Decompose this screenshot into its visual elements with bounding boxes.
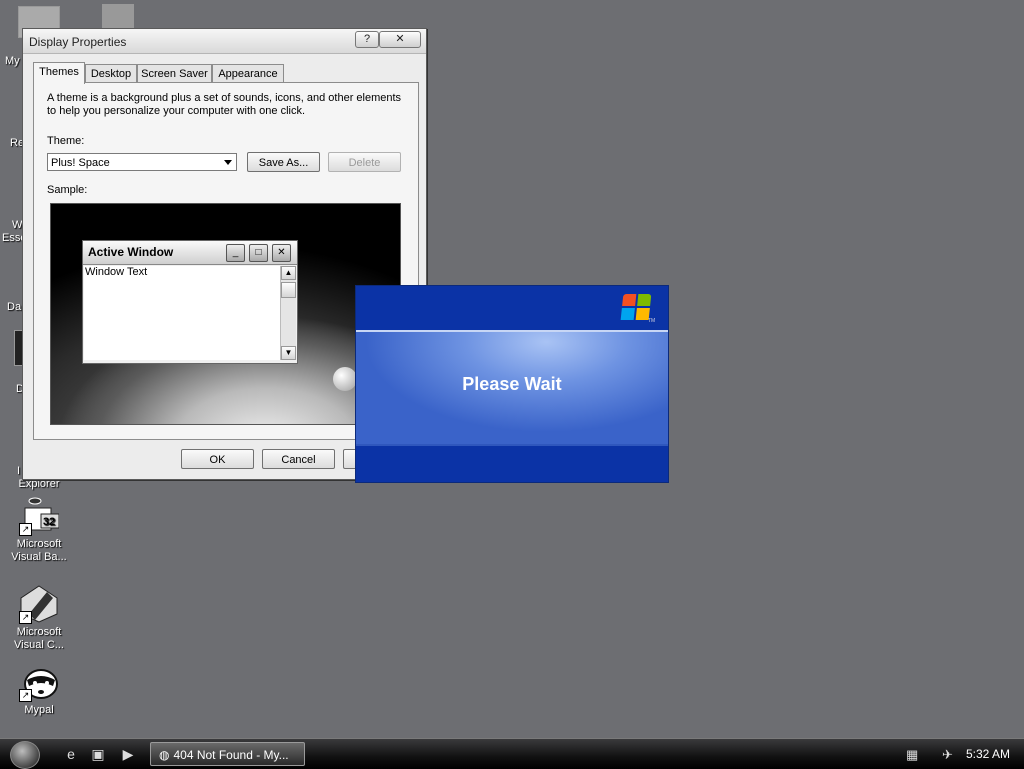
close-button[interactable]: ✕ [379, 31, 421, 48]
internet-explorer-icon[interactable]: e [63, 746, 79, 762]
save-as-button[interactable]: Save As... [247, 152, 320, 172]
dialog-title: Display Properties [29, 35, 127, 49]
window-switcher-icon[interactable]: ▣ [90, 746, 106, 762]
please-wait-message: Please Wait [462, 374, 562, 394]
media-player-icon[interactable]: ▶ [120, 746, 136, 762]
badge-32: 32 [43, 516, 55, 528]
cancel-button[interactable]: Cancel [262, 449, 335, 469]
desktop-label-my[interactable]: My [5, 55, 20, 67]
moon-image [333, 367, 357, 391]
taskbar: e ▣ ▶ ◍ 404 Not Found - My... ▦ ✈ 5:32 AM [0, 738, 1024, 769]
start-button[interactable] [10, 741, 40, 769]
tools-icon[interactable] [102, 4, 134, 30]
preview-scrollbar: ▲ ▼ [280, 266, 296, 360]
desktop-icon-label: Microsoft Visual C... [14, 626, 64, 651]
tab-appearance[interactable]: Appearance [212, 64, 284, 83]
taskbar-item-browser[interactable]: ◍ 404 Not Found - My... [150, 742, 305, 766]
ok-button[interactable]: OK [181, 449, 254, 469]
sample-label: Sample: [47, 184, 88, 196]
taskbar-clock[interactable]: 5:32 AM [966, 747, 1010, 761]
browser-task-icon: ◍ [159, 748, 170, 762]
desktop-label-da[interactable]: Da [7, 301, 21, 313]
theme-label: Theme: [47, 135, 85, 147]
tab-themes[interactable]: Themes [33, 62, 85, 84]
shortcut-arrow-icon: ↗ [19, 611, 32, 624]
scroll-thumb [281, 282, 296, 298]
trademark-mark: TM [648, 318, 656, 324]
theme-sample-preview: Active Window _ □ ✕ Window Text ▲ ▼ [50, 203, 401, 425]
desktop-icon-mypal[interactable]: ↗ Mypal [3, 662, 75, 717]
desktop-icon-label: Microsoft Visual Ba... [11, 538, 67, 563]
maximize-icon: □ [249, 244, 268, 262]
windows-logo-icon [620, 294, 652, 320]
shortcut-arrow-icon: ↗ [19, 523, 32, 536]
theme-select[interactable]: Plus! Space [47, 153, 237, 171]
preview-window-text: Window Text [84, 266, 280, 360]
shortcut-arrow-icon: ↗ [19, 689, 32, 702]
desktop-label-w[interactable]: W [12, 219, 22, 231]
taskbar-item-label: 404 Not Found - My... [173, 748, 289, 762]
preview-active-window: Active Window _ □ ✕ Window Text ▲ ▼ [82, 240, 298, 364]
desktop-label-i[interactable]: I [17, 465, 20, 477]
keyboard-tray-icon[interactable]: ▦ [906, 747, 918, 763]
dialog-titlebar[interactable]: Display Properties ? ✕ [23, 29, 426, 54]
close-icon: ✕ [272, 244, 291, 262]
desktop-icon-label: Mypal [24, 704, 54, 716]
tab-desktop[interactable]: Desktop [85, 64, 137, 83]
scroll-up-icon: ▲ [281, 266, 296, 280]
raccoon-icon: ↗ [19, 662, 59, 702]
tab-screen-saver[interactable]: Screen Saver [137, 64, 212, 83]
theme-select-value: Plus! Space [51, 157, 110, 169]
please-wait-dialog: TM Please Wait [355, 285, 669, 483]
help-button[interactable]: ? [355, 31, 379, 48]
network-tray-icon[interactable]: ✈ [942, 747, 953, 763]
scroll-down-icon: ▼ [281, 346, 296, 360]
desktop-icon-visual-basic[interactable]: 32 ↗ Microsoft Visual Ba... [3, 496, 75, 564]
visual-basic-icon: 32 ↗ [19, 496, 60, 536]
chevron-down-icon[interactable] [224, 160, 232, 165]
theme-description: A theme is a background plus a set of so… [47, 92, 402, 117]
visual-c-icon: ↗ [19, 584, 59, 624]
minimize-icon: _ [226, 244, 245, 262]
desktop-icon-visual-c[interactable]: ↗ Microsoft Visual C... [3, 584, 75, 652]
delete-button[interactable]: Delete [328, 152, 401, 172]
